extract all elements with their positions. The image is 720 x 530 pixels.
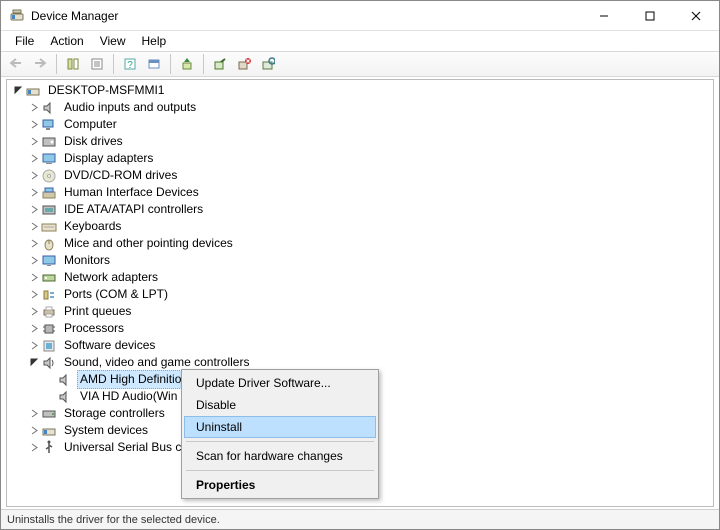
system-icon xyxy=(41,423,57,439)
storage-icon xyxy=(41,406,57,422)
expand-icon[interactable] xyxy=(27,186,41,200)
software-icon xyxy=(41,338,57,354)
status-text: Uninstalls the driver for the selected d… xyxy=(7,514,220,526)
expand-icon[interactable] xyxy=(27,135,41,149)
ports-icon xyxy=(41,287,57,303)
expand-icon[interactable] xyxy=(27,101,41,115)
tree-category[interactable]: Keyboards xyxy=(7,218,713,235)
toolbar-divider xyxy=(170,54,171,74)
audio-icon xyxy=(41,100,57,116)
window-controls xyxy=(581,1,719,30)
tree-category[interactable]: IDE ATA/ATAPI controllers xyxy=(7,201,713,218)
properties-button[interactable] xyxy=(86,53,108,75)
update-driver-button[interactable] xyxy=(176,53,198,75)
expand-icon[interactable] xyxy=(27,203,41,217)
ctx-uninstall[interactable]: Uninstall xyxy=(184,416,376,438)
tree-category[interactable]: DVD/CD-ROM drives xyxy=(7,167,713,184)
printer-icon xyxy=(41,304,57,320)
tree-category[interactable]: Display adapters xyxy=(7,150,713,167)
tree-category[interactable]: Monitors xyxy=(7,252,713,269)
close-button[interactable] xyxy=(673,1,719,30)
enable-button[interactable] xyxy=(209,53,231,75)
processor-icon xyxy=(41,321,57,337)
computer-icon xyxy=(41,117,57,133)
tree-device-label: VIA HD Audio(Win xyxy=(77,388,180,405)
ctx-separator xyxy=(186,470,374,471)
toolbar-button[interactable] xyxy=(143,53,165,75)
expand-icon[interactable] xyxy=(27,271,41,285)
toolbar-divider xyxy=(56,54,57,74)
tree-category[interactable]: Human Interface Devices xyxy=(7,184,713,201)
forward-button[interactable] xyxy=(29,53,51,75)
collapse-icon[interactable] xyxy=(27,356,41,370)
title-bar: Device Manager xyxy=(1,1,719,31)
expand-icon[interactable] xyxy=(27,254,41,268)
menu-bar: File Action View Help xyxy=(1,31,719,51)
sound-icon xyxy=(41,355,57,371)
context-menu: Update Driver Software... Disable Uninst… xyxy=(181,369,379,499)
menu-action[interactable]: Action xyxy=(42,32,91,50)
ctx-disable[interactable]: Disable xyxy=(184,394,376,416)
display-icon xyxy=(41,151,57,167)
status-bar: Uninstalls the driver for the selected d… xyxy=(1,509,719,529)
tree-category[interactable]: Processors xyxy=(7,320,713,337)
ctx-properties[interactable]: Properties xyxy=(184,474,376,496)
speaker-icon xyxy=(57,389,73,405)
tree-category[interactable]: Disk drives xyxy=(7,133,713,150)
ctx-separator xyxy=(186,441,374,442)
toolbar-divider xyxy=(203,54,204,74)
expand-icon[interactable] xyxy=(27,288,41,302)
hid-icon xyxy=(41,185,57,201)
usb-icon xyxy=(41,440,57,456)
expand-icon[interactable] xyxy=(27,339,41,353)
expand-icon[interactable] xyxy=(27,322,41,336)
expand-icon[interactable] xyxy=(27,169,41,183)
mouse-icon xyxy=(41,236,57,252)
tree-category[interactable]: Audio inputs and outputs xyxy=(7,99,713,116)
tree-category[interactable]: Print queues xyxy=(7,303,713,320)
expand-icon[interactable] xyxy=(27,152,41,166)
scan-hardware-button[interactable] xyxy=(257,53,279,75)
menu-help[interactable]: Help xyxy=(134,32,175,50)
tree-category[interactable]: Software devices xyxy=(7,337,713,354)
disk-icon xyxy=(41,134,57,150)
tree-root[interactable]: DESKTOP-MSFMMI1 xyxy=(7,82,713,99)
expand-icon[interactable] xyxy=(27,305,41,319)
app-icon xyxy=(9,8,25,24)
maximize-button[interactable] xyxy=(627,1,673,30)
expand-icon[interactable] xyxy=(27,220,41,234)
help-button[interactable]: ? xyxy=(119,53,141,75)
ide-icon xyxy=(41,202,57,218)
tree-category[interactable]: Network adapters xyxy=(7,269,713,286)
speaker-icon xyxy=(57,372,73,388)
ctx-update-driver[interactable]: Update Driver Software... xyxy=(184,372,376,394)
svg-text:?: ? xyxy=(127,60,133,71)
dvd-icon xyxy=(41,168,57,184)
computer-icon xyxy=(25,83,41,99)
menu-view[interactable]: View xyxy=(92,32,134,50)
expand-icon[interactable] xyxy=(27,407,41,421)
expand-icon[interactable] xyxy=(27,118,41,132)
expand-icon[interactable] xyxy=(27,441,41,455)
tree-category[interactable]: Computer xyxy=(7,116,713,133)
show-hide-console-tree-button[interactable] xyxy=(62,53,84,75)
tree-category[interactable]: Mice and other pointing devices xyxy=(7,235,713,252)
ctx-scan-hardware[interactable]: Scan for hardware changes xyxy=(184,445,376,467)
window-title: Device Manager xyxy=(31,9,581,23)
uninstall-button[interactable] xyxy=(233,53,255,75)
keyboard-icon xyxy=(41,219,57,235)
expand-icon[interactable] xyxy=(27,237,41,251)
collapse-icon[interactable] xyxy=(11,84,25,98)
expand-icon[interactable] xyxy=(27,424,41,438)
minimize-button[interactable] xyxy=(581,1,627,30)
toolbar-divider xyxy=(113,54,114,74)
network-icon xyxy=(41,270,57,286)
tree-root-label: DESKTOP-MSFMMI1 xyxy=(45,82,167,99)
monitor-icon xyxy=(41,253,57,269)
toolbar: ? xyxy=(1,51,719,77)
back-button[interactable] xyxy=(5,53,27,75)
tree-category[interactable]: Ports (COM & LPT) xyxy=(7,286,713,303)
menu-file[interactable]: File xyxy=(7,32,42,50)
